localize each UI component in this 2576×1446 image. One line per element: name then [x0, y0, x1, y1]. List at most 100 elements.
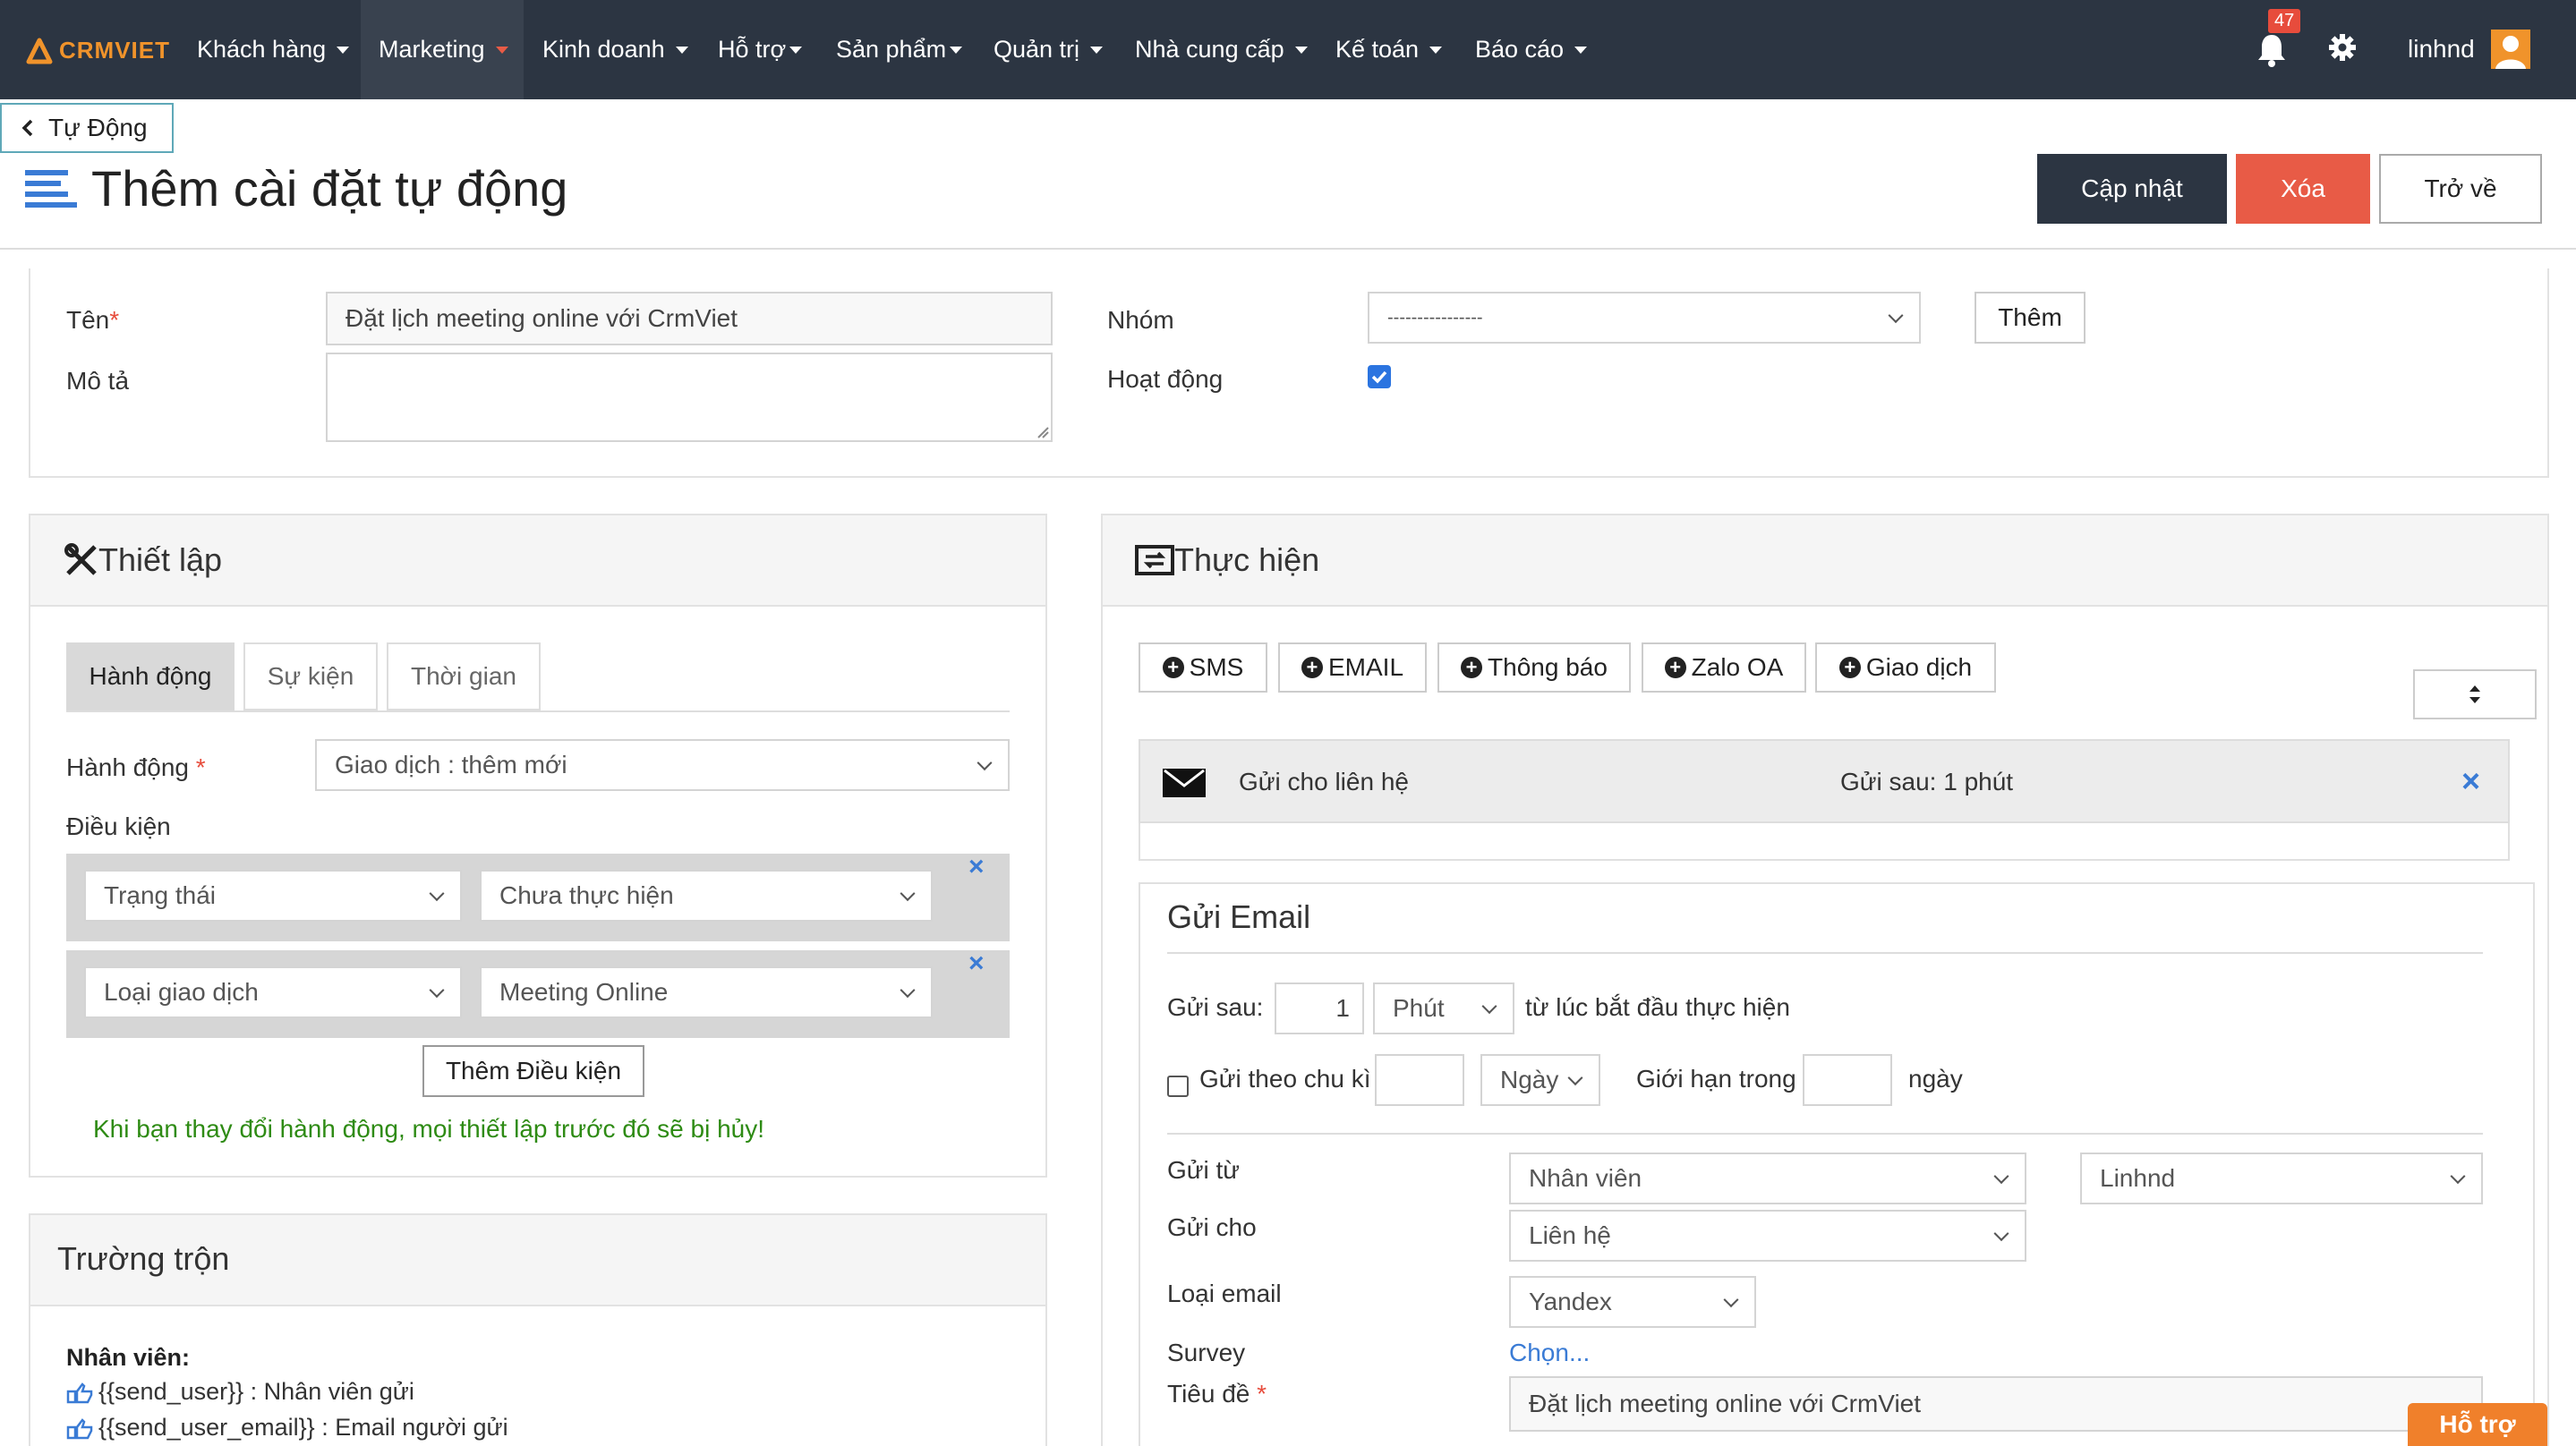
support-button[interactable]: Hỗ trợ [2408, 1403, 2547, 1446]
send-after-input[interactable]: 1 [1275, 982, 1364, 1034]
sort-button[interactable] [2413, 669, 2537, 719]
nav-item-ho-tro[interactable]: Hỗ trợ [700, 0, 816, 99]
from-start-label: từ lúc bắt đầu thực hiện [1525, 993, 1790, 1021]
limit-label: Giới hạn trong [1636, 1065, 1796, 1093]
pointing-hand-icon [66, 1382, 93, 1404]
tab-event[interactable]: Sự kiện [243, 642, 378, 710]
caret-down-icon [675, 46, 688, 54]
description-textarea[interactable] [326, 353, 1053, 442]
nav-item-nha-cung-cap[interactable]: Nhà cung cấp [1117, 0, 1314, 99]
add-email-button[interactable]: + EMAIL [1278, 642, 1427, 693]
survey-choose-link[interactable]: Chọn... [1509, 1339, 1590, 1367]
action-select-value: Giao dịch : thêm mới [335, 751, 567, 778]
send-to-select[interactable]: Liên hệ [1509, 1210, 2026, 1262]
periodic-checkbox[interactable] [1167, 1076, 1189, 1097]
add-zalo-oa-button[interactable]: + Zalo OA [1642, 642, 1806, 693]
sort-icon [2469, 685, 2480, 703]
subject-input[interactable]: Đặt lịch meeting online với CrmViet [1509, 1376, 2483, 1432]
nav-label: Hỗ trợ [718, 36, 787, 63]
chevron-left-icon [21, 119, 33, 137]
nav-label: Quản trị [994, 36, 1080, 63]
nav-label: Marketing [379, 36, 485, 63]
nav-item-ke-toan[interactable]: Kế toán [1318, 0, 1452, 99]
email-options-divider [1167, 1133, 2483, 1135]
settings-button[interactable] [2327, 32, 2359, 64]
group-select[interactable]: ---------------- [1368, 292, 1921, 344]
button-label: Giao dịch [1865, 653, 1973, 681]
send-email-title: Gửi Email [1167, 898, 1311, 935]
email-type-value: Yandex [1529, 1288, 1612, 1315]
execute-title-text: Thực hiện [1174, 541, 1320, 578]
nav-item-san-pham[interactable]: Sản phẩm [818, 0, 963, 99]
condition-field-select[interactable]: Loại giao dịch [84, 966, 462, 1018]
nav-label: Kế toán [1335, 36, 1420, 63]
limit-unit-label: ngày [1908, 1065, 1963, 1093]
add-condition-button[interactable]: Thêm Điều kiện [422, 1045, 644, 1097]
action-item-label: Gửi cho liên hệ [1239, 768, 1409, 795]
periodic-input[interactable] [1375, 1054, 1464, 1106]
send-from-user-value: Linhnd [2100, 1164, 2176, 1192]
merge-field-item: {{send_user_email}} : Email người gửi [66, 1414, 508, 1442]
logo[interactable]: CRMVIET [25, 34, 170, 66]
bell-icon [2258, 35, 2285, 67]
condition-value-select[interactable]: Chưa thực hiện [480, 870, 933, 922]
condition-field-select[interactable]: Trạng thái [84, 870, 462, 922]
caret-down-icon [337, 46, 350, 54]
group-label: Nhóm [1107, 306, 1174, 334]
gear-icon [2329, 34, 2356, 61]
add-group-button[interactable]: Thêm [1975, 292, 2086, 344]
caret-down-icon [1294, 46, 1308, 54]
list-icon [25, 170, 77, 208]
merge-fields-title: Trường trộn [57, 1240, 230, 1277]
user-menu[interactable]: linhnd [2408, 27, 2530, 72]
send-after-label: Gửi sau: [1167, 993, 1264, 1021]
nav-item-marketing[interactable]: Marketing [361, 0, 524, 99]
back-breadcrumb[interactable]: Tự Động [0, 103, 174, 153]
notifications-button[interactable]: 47 [2256, 9, 2301, 70]
periodic-unit-select[interactable]: Ngày [1480, 1054, 1600, 1106]
button-label: Zalo OA [1691, 653, 1784, 681]
nav-item-kinh-doanh[interactable]: Kinh doanh [525, 0, 695, 99]
name-label: Tên* [66, 306, 120, 334]
limit-input[interactable] [1803, 1054, 1892, 1106]
check-icon [1371, 370, 1387, 384]
tab-time[interactable]: Thời gian [387, 642, 541, 710]
button-label: Thông báo [1488, 653, 1608, 681]
pointing-hand-icon [66, 1417, 93, 1440]
send-after-unit-select[interactable]: Phút [1373, 982, 1514, 1034]
send-from-user-select[interactable]: Linhnd [2080, 1153, 2483, 1204]
nav-item-khach-hang[interactable]: Khách hàng [179, 0, 358, 99]
caret-down-icon [495, 46, 508, 54]
name-input[interactable]: Đặt lịch meeting online với CrmViet [326, 292, 1053, 345]
nav-label: Kinh doanh [542, 36, 665, 63]
plus-circle-icon: + [1838, 657, 1861, 678]
action-select[interactable]: Giao dịch : thêm mới [315, 739, 1010, 791]
add-notification-button[interactable]: + Thông báo [1437, 642, 1631, 693]
send-to-label: Gửi cho [1167, 1213, 1257, 1241]
username: linhnd [2408, 35, 2475, 63]
nav-item-quan-tri[interactable]: Quản trị [976, 0, 1110, 99]
email-type-select[interactable]: Yandex [1509, 1276, 1756, 1328]
execute-title: Thực hiện [1135, 539, 1319, 582]
merge-section-label: Nhân viên: [66, 1344, 191, 1371]
update-button[interactable]: Cập nhật [2037, 154, 2227, 224]
send-to-value: Liên hệ [1529, 1221, 1611, 1249]
add-transaction-button[interactable]: + Giao dịch [1815, 642, 1996, 693]
group-select-value: ---------------- [1387, 307, 1483, 327]
remove-action-icon[interactable]: × [2461, 762, 2480, 800]
tab-action[interactable]: Hành động [66, 642, 235, 710]
subject-label: Tiêu đề * [1167, 1380, 1267, 1408]
active-checkbox[interactable] [1368, 365, 1391, 388]
nav-item-bao-cao[interactable]: Báo cáo [1457, 0, 1609, 99]
send-from-select[interactable]: Nhân viên [1509, 1153, 2026, 1204]
action-label: Hành động * [66, 753, 206, 781]
add-sms-button[interactable]: + SMS [1139, 642, 1267, 693]
remove-condition-icon[interactable]: × [968, 852, 985, 882]
condition-value-select[interactable]: Meeting Online [480, 966, 933, 1018]
back-button[interactable]: Trở về [2379, 154, 2542, 224]
remove-condition-icon[interactable]: × [968, 948, 985, 979]
logo-icon [26, 38, 53, 64]
avatar [2490, 30, 2530, 69]
exchange-icon [1135, 545, 1174, 575]
delete-button[interactable]: Xóa [2236, 154, 2370, 224]
